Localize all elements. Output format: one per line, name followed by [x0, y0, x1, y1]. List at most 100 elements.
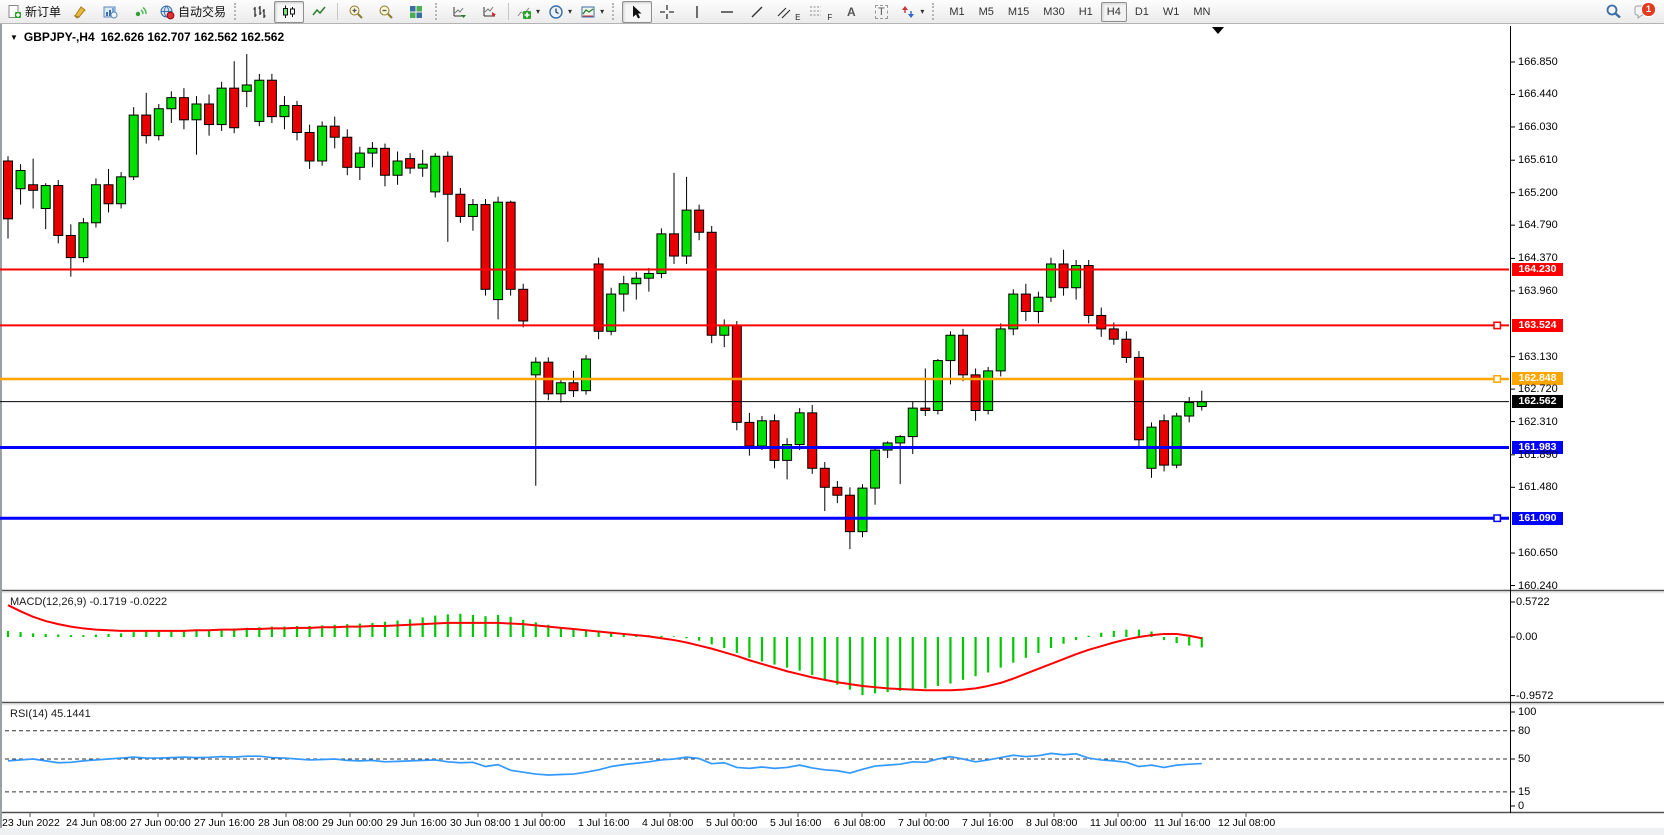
candle-bullish [16, 171, 25, 189]
chat-button[interactable]: 1 [1628, 1, 1658, 23]
chart-canvas[interactable] [0, 0, 1664, 835]
cursor-button[interactable] [622, 1, 652, 23]
equidistant-channel-button[interactable]: E [772, 1, 804, 23]
candle-bearish [330, 126, 339, 137]
candle-bearish [104, 185, 113, 204]
macd-layer [8, 605, 1202, 695]
timeframe-button-m15[interactable]: M15 [1002, 2, 1035, 22]
chevron-down-icon: ▾ [536, 7, 540, 16]
chart-line-button[interactable] [304, 1, 334, 23]
timeframe-button-m1[interactable]: M1 [943, 2, 970, 22]
trendline-icon [749, 4, 765, 20]
fibonacci-icon [808, 4, 824, 20]
vertical-line-button[interactable] [682, 1, 712, 23]
candle-bearish [205, 104, 214, 125]
fibonacci-button[interactable]: F [804, 1, 836, 23]
chart-shift-button[interactable] [475, 1, 505, 23]
candle-bearish [293, 106, 302, 133]
candle-bearish [1021, 294, 1030, 311]
candle-bearish [54, 186, 63, 236]
timeframe-button-w1[interactable]: W1 [1157, 2, 1186, 22]
text-label-button[interactable]: T [866, 1, 896, 23]
styles-button[interactable] [65, 1, 95, 23]
candle-bullish [933, 361, 942, 411]
timeframe-button-h4[interactable]: H4 [1101, 2, 1127, 22]
toolbar-grip [932, 3, 938, 20]
chart-candles-button[interactable] [274, 1, 304, 23]
candlestick-chart-icon [281, 4, 297, 20]
candle-bearish [770, 421, 779, 461]
candle-bullish [117, 177, 126, 204]
timeframe-button-m5[interactable]: M5 [973, 2, 1000, 22]
candle-bearish [1084, 266, 1093, 316]
notification-badge: 1 [1641, 2, 1656, 17]
candle-bearish [4, 161, 13, 219]
auto-trading-button[interactable]: 自动交易 [155, 1, 230, 23]
candle-bearish [808, 413, 817, 468]
candle-bullish [531, 362, 540, 375]
text-tool-icon: A [847, 5, 856, 19]
templates-button[interactable]: ▾ [576, 1, 608, 23]
candle-bearish [1059, 264, 1068, 288]
candle-bearish [519, 289, 528, 321]
candle-bearish [1097, 315, 1106, 328]
gold-tool-icon [72, 4, 88, 20]
auto-scroll-button[interactable] [445, 1, 475, 23]
bar-chart-icon [251, 4, 267, 20]
arrows-button[interactable]: ▾ [896, 1, 928, 23]
signals-button[interactable] [125, 1, 155, 23]
timeframe-button-m30[interactable]: M30 [1037, 2, 1070, 22]
candle-bearish [66, 235, 75, 257]
candle-bearish [669, 234, 678, 256]
trendline-button[interactable] [742, 1, 772, 23]
chevron-down-icon: ▾ [568, 7, 572, 16]
candle-bullish [984, 371, 993, 411]
candle-bullish [79, 223, 88, 258]
line-handle [1494, 376, 1500, 382]
template-icon [580, 4, 596, 20]
candle-bullish [355, 153, 364, 167]
zoom-in-button[interactable] [341, 1, 371, 23]
cursor-arrow-icon [629, 4, 645, 20]
profiles-button[interactable] [95, 1, 125, 23]
zoom-out-button[interactable] [371, 1, 401, 23]
chart-bars-button[interactable] [244, 1, 274, 23]
chat-bubble-icon: 1 [1634, 4, 1652, 20]
candle-bullish [368, 148, 377, 153]
chevron-down-icon: ▾ [600, 7, 604, 16]
periods-button[interactable]: ▾ [544, 1, 576, 23]
new-order-button[interactable]: 新订单 [3, 1, 65, 23]
horizontal-line-button[interactable] [712, 1, 742, 23]
candle-bullish [632, 278, 641, 284]
rsi-line [8, 753, 1202, 775]
candle-bearish [820, 468, 829, 487]
auto-trading-label: 自动交易 [178, 3, 226, 20]
tile-windows-button[interactable] [401, 1, 431, 23]
timeframe-button-h1[interactable]: H1 [1073, 2, 1099, 22]
rsi-indicator-label: RSI(14) 45.1441 [10, 708, 91, 720]
crosshair-button[interactable] [652, 1, 682, 23]
candle-bearish [1109, 329, 1118, 339]
line-handle [1494, 322, 1500, 328]
timeframe-button-d1[interactable]: D1 [1129, 2, 1155, 22]
candle-bearish [594, 264, 603, 331]
candle-bullish [871, 450, 880, 488]
candle-bullish [280, 106, 289, 117]
candle-bullish [908, 408, 917, 437]
indicators-button[interactable]: ▾ [512, 1, 544, 23]
candle-bullish [896, 437, 905, 443]
candle-bearish [456, 194, 465, 216]
search-button[interactable] [1598, 1, 1628, 23]
candle-bearish [1134, 357, 1143, 439]
chart-menu-triangle-icon[interactable]: ▼ [10, 33, 18, 42]
candle-bullish [418, 164, 427, 168]
candle-bullish [167, 98, 176, 109]
candle-bullish [644, 273, 653, 278]
candle-bullish [154, 109, 163, 136]
candle-bullish [1197, 402, 1206, 407]
auto-scroll-icon [452, 4, 468, 20]
timeframe-button-mn[interactable]: MN [1187, 2, 1216, 22]
text-button[interactable]: A [836, 1, 866, 23]
chart-ohlc-label: 162.626 162.707 162.562 162.562 [101, 30, 285, 44]
candle-bearish [959, 335, 968, 375]
